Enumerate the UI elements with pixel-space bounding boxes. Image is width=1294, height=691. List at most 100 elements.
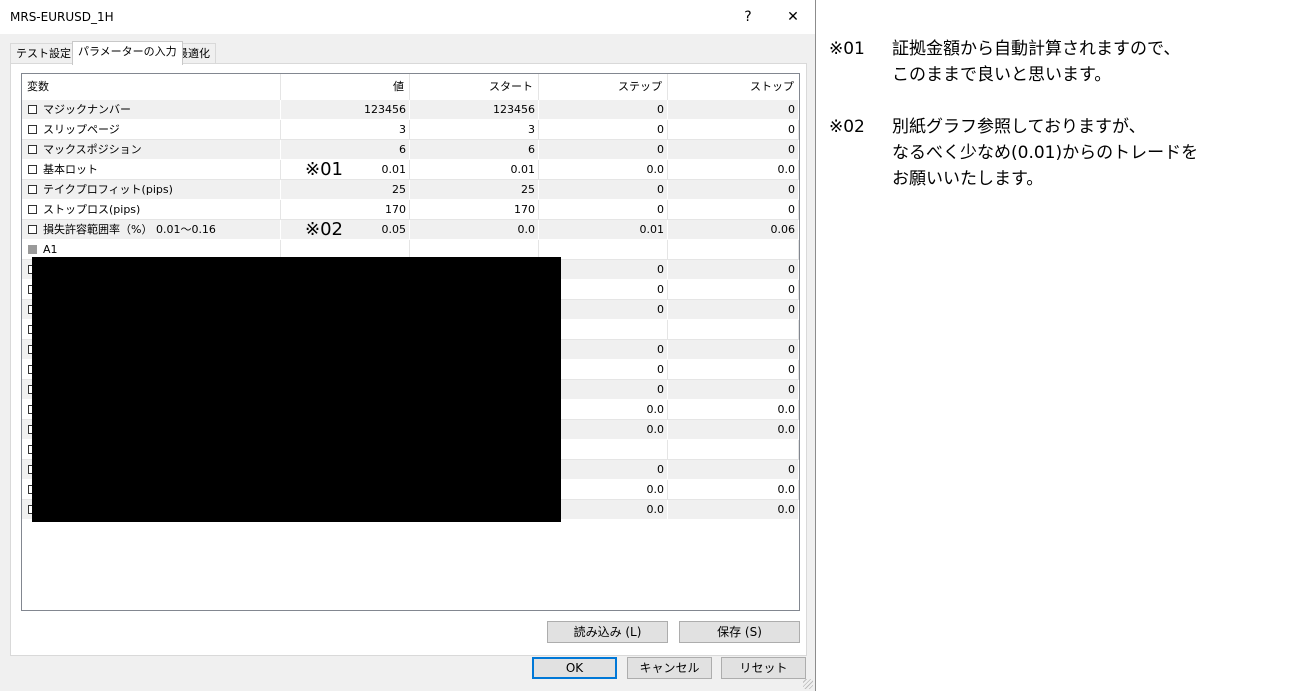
cancel-button[interactable]: キャンセル	[627, 657, 712, 679]
start-cell[interactable]: 6	[410, 140, 539, 160]
optimize-checkbox[interactable]	[28, 184, 37, 194]
ok-button[interactable]: OK	[532, 657, 617, 679]
header-step[interactable]: ステップ	[539, 74, 668, 100]
table-row[interactable]: マジックナンバー 123456 123456 0 0	[22, 100, 799, 120]
load-button[interactable]: 読み込み (L)	[547, 621, 668, 643]
note-label: ※02	[829, 117, 865, 137]
step-cell[interactable]: 0	[539, 200, 668, 220]
optimize-checkbox[interactable]	[28, 204, 37, 214]
tab-test-settings[interactable]: テスト設定	[10, 43, 77, 64]
step-cell[interactable]: 0.0	[539, 160, 668, 180]
annotation-mark: ※01	[305, 159, 343, 180]
stop-cell[interactable]	[668, 240, 799, 260]
stop-cell[interactable]: 0.0	[668, 400, 799, 420]
optimize-checkbox[interactable]	[28, 244, 37, 254]
table-row[interactable]: 損失許容範囲率（%） 0.01〜0.16 0.05 0.0 0.01 0.06 ※02	[22, 220, 799, 240]
optimize-checkbox[interactable]	[28, 164, 37, 174]
step-cell[interactable]: 0	[539, 120, 668, 140]
variable-cell: 基本ロット	[22, 160, 281, 180]
optimize-checkbox[interactable]	[28, 224, 37, 234]
stop-cell[interactable]: 0	[668, 200, 799, 220]
header-stop[interactable]: ストップ	[668, 74, 799, 100]
reset-button[interactable]: リセット	[721, 657, 806, 679]
variable-cell: マックスポジション	[22, 140, 281, 160]
stop-cell[interactable]: 0	[668, 340, 799, 360]
variable-name: A1	[43, 243, 58, 256]
start-cell[interactable]: 170	[410, 200, 539, 220]
variable-cell: テイクプロフィット(pips)	[22, 180, 281, 200]
stop-cell[interactable]: 0	[668, 380, 799, 400]
start-cell[interactable]: 25	[410, 180, 539, 200]
value-cell[interactable]: 0.05	[281, 220, 410, 240]
value-cell[interactable]: 0.01	[281, 160, 410, 180]
variable-cell: 損失許容範囲率（%） 0.01〜0.16	[22, 220, 281, 240]
window-title: MRS-EURUSD_1H	[10, 10, 114, 24]
save-button[interactable]: 保存 (S)	[679, 621, 800, 643]
table-row[interactable]: テイクプロフィット(pips) 25 25 0 0	[22, 180, 799, 200]
header-value[interactable]: 値	[281, 74, 410, 100]
note-line: なるべく少なめ(0.01)からのトレードを	[892, 143, 1199, 163]
stop-cell[interactable]: 0	[668, 100, 799, 120]
note-line: お願いいたします。	[892, 169, 1044, 189]
optimize-checkbox[interactable]	[28, 144, 37, 154]
stop-cell[interactable]: 0	[668, 460, 799, 480]
stop-cell[interactable]	[668, 440, 799, 460]
start-cell[interactable]: 0.01	[410, 160, 539, 180]
stop-cell[interactable]	[668, 320, 799, 340]
step-cell[interactable]: 0.01	[539, 220, 668, 240]
stop-cell[interactable]: 0.0	[668, 500, 799, 520]
resize-grip[interactable]	[803, 679, 813, 689]
note-line: 別紙グラフ参照しておりますが、	[892, 117, 1146, 137]
table-row[interactable]: 基本ロット 0.01 0.01 0.0 0.0 ※01	[22, 160, 799, 180]
variable-name: 基本ロット	[43, 163, 98, 176]
grid-header: 変数 値 スタート ステップ ストップ	[22, 74, 799, 101]
value-cell[interactable]: 6	[281, 140, 410, 160]
close-button[interactable]: ✕	[779, 6, 807, 28]
header-variable[interactable]: 変数	[22, 74, 281, 100]
optimize-checkbox[interactable]	[28, 124, 37, 134]
stop-cell[interactable]: 0.0	[668, 420, 799, 440]
help-button[interactable]: ?	[734, 6, 762, 28]
title-bar: MRS-EURUSD_1H ? ✕	[0, 0, 815, 34]
start-cell[interactable]: 3	[410, 120, 539, 140]
table-row[interactable]: マックスポジション 6 6 0 0	[22, 140, 799, 160]
stop-cell[interactable]: 0.0	[668, 160, 799, 180]
stop-cell[interactable]: 0	[668, 140, 799, 160]
stop-cell[interactable]: 0	[668, 360, 799, 380]
optimize-checkbox[interactable]	[28, 104, 37, 114]
variable-cell: スリップページ	[22, 120, 281, 140]
start-cell[interactable]: 0.0	[410, 220, 539, 240]
stop-cell[interactable]: 0	[668, 260, 799, 280]
table-row[interactable]: スリップページ 3 3 0 0	[22, 120, 799, 140]
variable-name: ストップロス(pips)	[43, 203, 141, 216]
note-line: このままで良いと思います。	[892, 65, 1112, 85]
tester-dialog: MRS-EURUSD_1H ? ✕ テスト設定 パラメーターの入力 最適化 変数…	[0, 0, 816, 691]
variable-name: マックスポジション	[43, 143, 142, 156]
step-cell[interactable]: 0	[539, 100, 668, 120]
variable-name: テイクプロフィット(pips)	[43, 183, 173, 196]
value-cell[interactable]: 25	[281, 180, 410, 200]
annotation-mark: ※02	[305, 219, 343, 240]
stop-cell[interactable]: 0	[668, 280, 799, 300]
variable-name: マジックナンバー	[43, 103, 131, 116]
stop-cell[interactable]: 0	[668, 120, 799, 140]
start-cell[interactable]: 123456	[410, 100, 539, 120]
note-line: 証拠金額から自動計算されますので、	[892, 39, 1181, 59]
value-cell[interactable]: 170	[281, 200, 410, 220]
stop-cell[interactable]: 0	[668, 300, 799, 320]
stop-cell[interactable]: 0.06	[668, 220, 799, 240]
variable-cell: マジックナンバー	[22, 100, 281, 120]
value-cell[interactable]: 123456	[281, 100, 410, 120]
variable-cell: ストップロス(pips)	[22, 200, 281, 220]
redacted-area	[32, 257, 561, 522]
table-row[interactable]: ストップロス(pips) 170 170 0 0	[22, 200, 799, 220]
stop-cell[interactable]: 0	[668, 180, 799, 200]
note-label: ※01	[829, 39, 865, 59]
value-cell[interactable]: 3	[281, 120, 410, 140]
stop-cell[interactable]: 0.0	[668, 480, 799, 500]
step-cell[interactable]: 0	[539, 180, 668, 200]
variable-name: スリップページ	[43, 123, 120, 136]
header-start[interactable]: スタート	[410, 74, 539, 100]
tab-parameters[interactable]: パラメーターの入力	[72, 41, 183, 65]
step-cell[interactable]: 0	[539, 140, 668, 160]
